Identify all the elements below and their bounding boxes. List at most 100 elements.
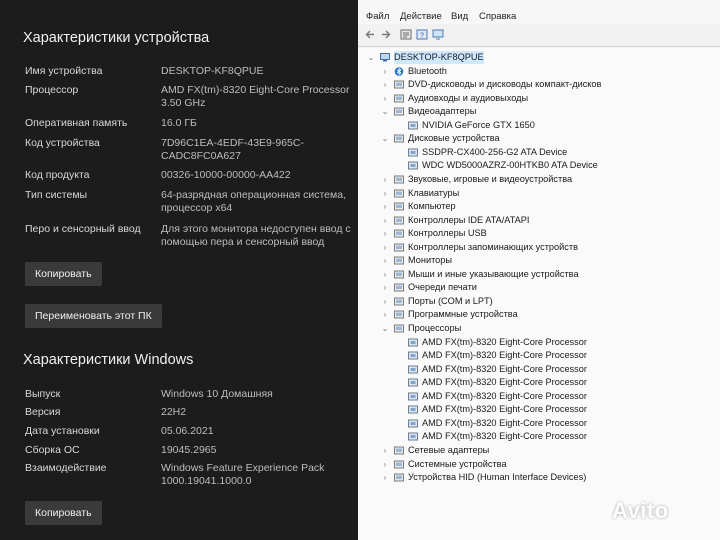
device-icon: [408, 405, 418, 414]
help-icon[interactable]: ?: [416, 29, 428, 40]
category-icon: [394, 256, 404, 265]
settings-panel: Характеристики устройства Имя устройства…: [0, 0, 358, 540]
expand-icon[interactable]: ›: [380, 444, 390, 457]
category-icon: [394, 134, 404, 143]
copy-windows-button[interactable]: Копировать: [25, 501, 102, 525]
category-icon: [394, 80, 404, 89]
device-tree[interactable]: ⌄ DESKTOP-KF8QPUE › Bluetooth › DVD-дисководы…: [358, 48, 720, 540]
device-icon: [408, 351, 418, 360]
category-icon: [394, 175, 404, 184]
category-icon: [394, 216, 404, 225]
forward-icon[interactable]: [380, 29, 392, 40]
tree-root-label: DESKTOP-KF8QPUE: [394, 51, 484, 64]
spec-value: 64-разрядная операционная система, проце…: [161, 189, 347, 214]
expand-icon[interactable]: ›: [380, 458, 390, 471]
category-icon: [394, 473, 404, 482]
menu-view[interactable]: Вид: [451, 11, 468, 22]
expand-icon[interactable]: ›: [380, 295, 390, 308]
spec-key: Сборка ОС: [25, 444, 80, 456]
spec-key: Код продукта: [25, 169, 90, 181]
bluetooth-icon: [394, 66, 404, 76]
tree-node-label: Контроллеры USB: [408, 228, 487, 239]
tree-node-label: Bluetooth: [408, 65, 447, 76]
menu-file[interactable]: Файл: [366, 11, 389, 22]
spec-value: 7D96C1EA-4EDF-43E9-965C-CADC8FC0A627: [161, 137, 304, 162]
tree-node-label: NVIDIA GeForce GTX 1650: [422, 119, 535, 130]
expand-icon[interactable]: ›: [380, 308, 390, 321]
collapse-icon[interactable]: ⌄: [380, 322, 390, 335]
spec-value: AMD FX(tm)-8320 Eight-Core Processor 3.5…: [161, 84, 350, 109]
tree-node-label: WDC WD5000AZRZ-00HTKB0 ATA Device: [422, 160, 598, 171]
category-icon: [394, 446, 404, 455]
spec-key: Процессор: [25, 84, 79, 96]
tree-node-label: Мыши и иные указывающие устройства: [408, 268, 579, 279]
spec-value: Для этого монитора недоступен ввод с пом…: [161, 223, 351, 248]
spec-value: 19045.2965: [161, 444, 217, 456]
spec-key: Версия: [25, 406, 61, 418]
collapse-icon[interactable]: ⌄: [380, 105, 390, 118]
avito-watermark: Avito: [612, 498, 669, 523]
device-icon: [408, 161, 418, 170]
expand-icon[interactable]: ›: [380, 254, 390, 267]
scan-hardware-icon[interactable]: [432, 29, 444, 40]
category-icon: [394, 310, 404, 319]
device-icon: [408, 365, 418, 374]
collapse-icon[interactable]: ⌄: [366, 51, 376, 64]
rename-pc-button[interactable]: Переименовать этот ПК: [25, 304, 162, 328]
expand-icon[interactable]: ›: [380, 78, 390, 91]
category-icon: [394, 324, 404, 333]
spec-value: 05.06.2021: [161, 425, 214, 437]
tree-node-label: Видеоадаптеры: [408, 106, 477, 117]
expand-icon[interactable]: ›: [380, 187, 390, 200]
category-icon: [394, 270, 404, 279]
spec-key: Код устройства: [25, 137, 100, 149]
properties-icon[interactable]: [400, 29, 412, 40]
device-icon: [408, 338, 418, 347]
expand-icon[interactable]: ›: [380, 65, 390, 78]
tree-node-label: AMD FX(tm)-8320 Eight-Core Processor: [422, 404, 587, 415]
tree-node-label: AMD FX(tm)-8320 Eight-Core Processor: [422, 377, 587, 388]
device-icon: [408, 432, 418, 441]
menu-action[interactable]: Действие: [400, 11, 442, 22]
tree-node-label: Звуковые, игровые и видеоустройства: [408, 173, 573, 184]
tree-node-label: Очереди печати: [408, 282, 477, 293]
tree-node-label: Аудиовходы и аудиовыходы: [408, 92, 529, 103]
spec-key: Дата установки: [25, 425, 100, 437]
expand-icon[interactable]: ›: [380, 173, 390, 186]
copy-device-button[interactable]: Копировать: [25, 262, 102, 286]
category-icon: [394, 202, 404, 211]
tree-node-label: AMD FX(tm)-8320 Eight-Core Processor: [422, 350, 587, 361]
expand-icon[interactable]: ›: [380, 227, 390, 240]
device-icon: [408, 392, 418, 401]
tree-node-label: Сетевые адаптеры: [408, 444, 490, 455]
expand-icon[interactable]: ›: [380, 268, 390, 281]
tree-node-label: Контроллеры IDE ATA/ATAPI: [408, 214, 530, 225]
menu-help[interactable]: Справка: [479, 11, 516, 22]
expand-icon[interactable]: ›: [380, 214, 390, 227]
expand-icon[interactable]: ›: [380, 200, 390, 213]
computer-icon: [380, 53, 390, 62]
back-icon[interactable]: [364, 29, 376, 40]
tree-node-label: AMD FX(tm)-8320 Eight-Core Processor: [422, 363, 587, 374]
spec-value: Windows Feature Experience Pack 1000.190…: [161, 462, 325, 487]
category-icon: [394, 94, 404, 103]
expand-icon[interactable]: ›: [380, 281, 390, 294]
expand-icon[interactable]: ›: [380, 92, 390, 105]
expand-icon[interactable]: ›: [380, 241, 390, 254]
tree-node-label: Системные устройства: [408, 458, 507, 469]
device-icon: [408, 419, 418, 428]
tree-node-label: Устройства HID (Human Interface Devices): [408, 472, 587, 483]
menu-bar: Файл Действие Вид Справка: [358, 0, 720, 24]
category-icon: [394, 297, 404, 306]
tree-node-label: Порты (COM и LPT): [408, 295, 493, 306]
tree-node-label: AMD FX(tm)-8320 Eight-Core Processor: [422, 417, 587, 428]
tree-node-label: AMD FX(tm)-8320 Eight-Core Processor: [422, 336, 587, 347]
category-icon: [394, 283, 404, 292]
collapse-icon[interactable]: ⌄: [380, 132, 390, 145]
toolbar: ?: [358, 24, 720, 47]
tree-node-label: DVD-дисководы и дисководы компакт-дисков: [408, 79, 602, 90]
expand-icon[interactable]: ›: [380, 471, 390, 484]
category-icon: [394, 243, 404, 252]
device-icon: [408, 121, 418, 130]
tree-node-label: SSDPR-CX400-256-G2 ATA Device: [422, 146, 568, 157]
